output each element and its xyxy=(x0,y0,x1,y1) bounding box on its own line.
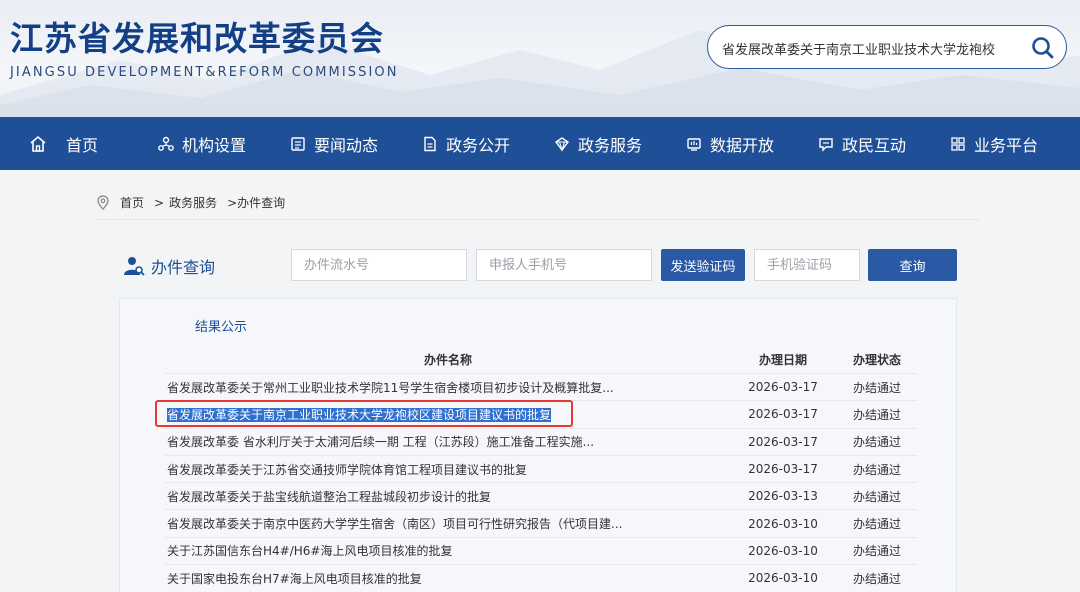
row-name[interactable]: 省发展改革委 省水利厅关于太浦河后续一期 工程（江苏段）施工准备工程实施... xyxy=(165,433,729,450)
nav-label: 政务服务 xyxy=(578,135,643,155)
serial-number-input[interactable] xyxy=(291,249,467,281)
nav-label: 数据开放 xyxy=(710,135,775,155)
verification-code-input[interactable] xyxy=(754,249,860,281)
row-date: 2026-03-13 xyxy=(748,489,818,504)
applicant-phone-input[interactable] xyxy=(476,249,652,281)
row-status: 办结通过 xyxy=(852,462,901,477)
nav-label: 首页 xyxy=(66,135,99,155)
query-label: 办件查询 xyxy=(123,254,215,278)
results-panel: 结果公示 办件名称 办理日期 办理状态 省发展改革委关于常州工业职业技术学院11… xyxy=(119,298,957,592)
grid-icon xyxy=(951,136,965,151)
location-icon xyxy=(97,194,109,210)
service-icon xyxy=(554,136,570,152)
chat-icon xyxy=(819,137,833,152)
site-header: 江苏省发展和改革委员会 JIANGSU DEVELOPMENT&REFORM C… xyxy=(0,0,1080,117)
org-icon xyxy=(158,136,174,151)
breadcrumb-current[interactable]: 办件查询 xyxy=(237,194,285,211)
table-row[interactable]: 省发展改革委关于常州工业职业技术学院11号学生宿舍楼项目初步设计及概算批复...… xyxy=(165,373,917,400)
row-date: 2026-03-17 xyxy=(748,434,818,449)
row-name[interactable]: 省发展改革委关于南京工业职业技术大学龙袍校区建设项目建议书的批复 xyxy=(165,406,729,423)
table-row[interactable]: 省发展改革委关于南京工业职业技术大学龙袍校区建设项目建议书的批复 2026-03… xyxy=(165,400,917,427)
breadcrumb-separator: > xyxy=(154,195,165,210)
breadcrumb-gov-service[interactable]: 政务服务 xyxy=(169,194,217,211)
site-title: 江苏省发展和改革委员会 xyxy=(10,19,384,58)
home-icon xyxy=(30,135,46,152)
news-icon xyxy=(291,136,305,151)
nav-item-interaction[interactable]: 政民互动 xyxy=(818,117,906,170)
send-code-button[interactable]: 发送验证码 xyxy=(661,249,745,281)
breadcrumb: 首页 > 政务服务 > 办件查询 xyxy=(96,194,285,211)
nav-label: 政民互动 xyxy=(842,135,907,155)
nav-label: 机构设置 xyxy=(182,135,247,155)
table-row[interactable]: 省发展改革委关于盐宝线航道整治工程盐城段初步设计的批复 2026-03-13 办… xyxy=(165,482,917,509)
site-subtitle: JIANGSU DEVELOPMENT&REFORM COMMISSION xyxy=(10,65,399,80)
breadcrumb-separator: > xyxy=(227,195,238,210)
table-row[interactable]: 关于国家电投东台H7#海上风电项目核准的批复 2026-03-10 办结通过 xyxy=(165,564,917,591)
row-status: 办结通过 xyxy=(852,407,901,422)
nav-item-platform[interactable]: 业务平台 xyxy=(950,117,1038,170)
nav-item-gov-open[interactable]: 政务公开 xyxy=(422,117,510,170)
row-status: 办结通过 xyxy=(852,435,901,450)
nav-item-gov-service[interactable]: 政务服务 xyxy=(554,117,642,170)
nav-item-home[interactable]: 首页 xyxy=(28,117,98,170)
column-header-name: 办件名称 xyxy=(423,352,472,367)
row-name[interactable]: 省发展改革委关于南京中医药大学学生宿舍（南区）项目可行性研究报告（代项目建... xyxy=(165,515,729,532)
table-row[interactable]: 省发展改革委关于南京中医药大学学生宿舍（南区）项目可行性研究报告（代项目建...… xyxy=(165,509,917,536)
query-title: 办件查询 xyxy=(151,258,216,277)
column-header-date: 办理日期 xyxy=(758,352,807,367)
row-date: 2026-03-10 xyxy=(748,543,818,558)
nav-item-news[interactable]: 要闻动态 xyxy=(290,117,378,170)
row-date: 2026-03-17 xyxy=(748,380,818,395)
row-date: 2026-03-10 xyxy=(748,571,818,586)
results-table: 办件名称 办理日期 办理状态 省发展改革委关于常州工业职业技术学院11号学生宿舍… xyxy=(165,345,917,591)
row-name[interactable]: 省发展改革委关于盐宝线航道整治工程盐城段初步设计的批复 xyxy=(165,488,729,505)
row-status: 办结通过 xyxy=(852,544,901,559)
table-header: 办件名称 办理日期 办理状态 xyxy=(165,345,917,373)
nav-label: 业务平台 xyxy=(974,135,1039,155)
data-icon xyxy=(687,137,701,151)
row-name[interactable]: 省发展改革委关于常州工业职业技术学院11号学生宿舍楼项目初步设计及概算批复... xyxy=(165,379,729,396)
column-header-status: 办理状态 xyxy=(852,352,901,367)
search-input[interactable] xyxy=(722,35,1022,61)
divider xyxy=(96,219,980,220)
nav-item-data-open[interactable]: 数据开放 xyxy=(686,117,774,170)
row-status: 办结通过 xyxy=(852,489,901,504)
row-status: 办结通过 xyxy=(852,517,901,532)
row-name[interactable]: 省发展改革委关于江苏省交通技师学院体育馆工程项目建议书的批复 xyxy=(165,461,729,478)
nav-label: 政务公开 xyxy=(446,135,511,155)
row-date: 2026-03-10 xyxy=(748,516,818,531)
main-nav: 首页 机构设置 要闻动态 政务公开 政务服务 数据开放 政民互动 业务平台 xyxy=(0,117,1080,170)
search-icon[interactable] xyxy=(1030,35,1056,61)
query-button[interactable]: 查询 xyxy=(868,249,957,281)
row-date: 2026-03-17 xyxy=(748,407,818,422)
row-status: 办结通过 xyxy=(852,380,901,395)
doc-icon xyxy=(424,136,436,151)
results-title[interactable]: 结果公示 xyxy=(195,316,247,335)
nav-item-org[interactable]: 机构设置 xyxy=(158,117,246,170)
row-name[interactable]: 关于国家电投东台H7#海上风电项目核准的批复 xyxy=(165,570,729,587)
breadcrumb-home[interactable]: 首页 xyxy=(120,194,144,211)
table-row[interactable]: 省发展改革委关于江苏省交通技师学院体育馆工程项目建议书的批复 2026-03-1… xyxy=(165,454,917,482)
table-row[interactable]: 省发展改革委 省水利厅关于太浦河后续一期 工程（江苏段）施工准备工程实施... … xyxy=(165,427,917,455)
table-row[interactable]: 关于江苏国信东台H4#/H6#海上风电项目核准的批复 2026-03-10 办结… xyxy=(165,536,917,564)
search-box xyxy=(707,25,1067,69)
user-search-icon xyxy=(124,257,145,276)
row-status: 办结通过 xyxy=(852,571,901,586)
row-date: 2026-03-17 xyxy=(748,462,818,477)
selected-text: 省发展改革委关于南京工业职业技术大学龙袍校区建设项目建议书的批复 xyxy=(167,407,552,422)
row-name[interactable]: 关于江苏国信东台H4#/H6#海上风电项目核准的批复 xyxy=(165,542,729,559)
nav-label: 要闻动态 xyxy=(314,135,379,155)
